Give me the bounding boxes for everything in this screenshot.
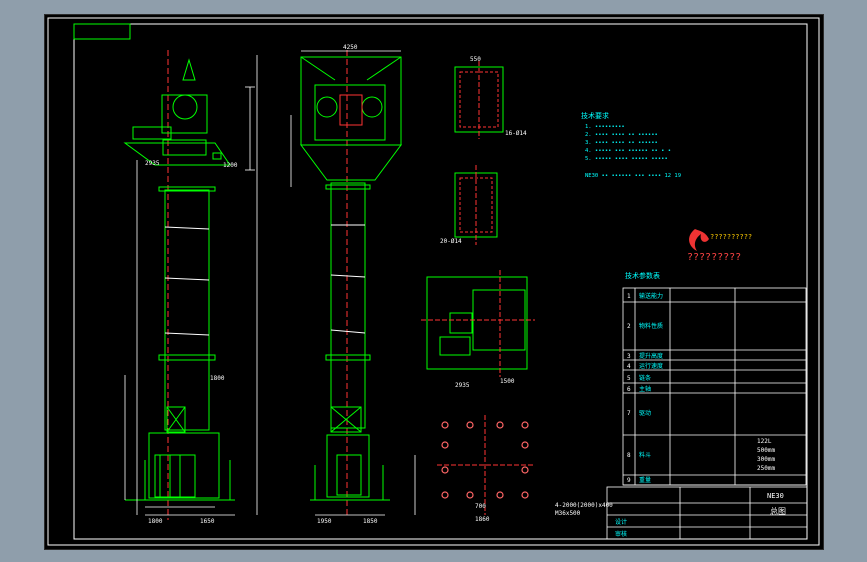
inner-frame [73,23,808,540]
svg-text:NE30 •• •••••• ••• •••• 12 19: NE30 •• •••••• ••• •••• 12 19 [585,173,681,179]
anchor-note: 4-2000(2000)x400 [555,502,613,509]
tech-lines: 1. ••••••••• 2. •••• •••• •• •••••• 3. •… [585,124,681,179]
svg-text:300mm: 300mm [757,456,775,463]
dim-boot-b: 1500 [500,378,515,385]
svg-text:250mm: 250mm [757,465,775,472]
front-dimensions [124,55,258,516]
svg-text:2: 2 [627,323,631,330]
svg-text:料斗: 料斗 [639,451,651,459]
tech-title: 技术要求 [581,111,609,120]
front-elevation [123,50,235,520]
svg-text:5. ••••• •••• ••••• •••••: 5. ••••• •••• ••••• ••••• [585,156,668,162]
dim-front-b: 1200 [223,162,238,169]
svg-text:6: 6 [627,386,631,393]
svg-text:7: 7 [627,410,631,417]
svg-text:输送能力: 输送能力 [639,292,663,300]
svg-text:5: 5 [627,375,631,382]
corner-tag [73,23,131,40]
dim-bottom-a: 1800 [148,518,163,525]
svg-text:3: 3 [627,353,631,360]
svg-text:链条: 链条 [639,374,651,382]
foundation-plan [437,415,535,515]
svg-text:1: 1 [627,293,631,300]
svg-text:9: 9 [627,477,631,484]
svg-text:3. •••• •••• •• ••••••: 3. •••• •••• •• •••••• [585,140,658,146]
title-label-b: 审核 [615,530,627,538]
side-elevation [300,50,402,515]
logo [689,229,709,251]
logo-sub: ????????? [687,252,741,263]
svg-text:1. •••••••••: 1. ••••••••• [585,124,625,130]
svg-text:2. •••• •••• •• ••••••: 2. •••• •••• •• •••••• [585,132,658,138]
dim-front-a: 2935 [145,160,160,167]
svg-text:物料性质: 物料性质 [639,322,663,330]
table-rows: 1 输送能力 2 物料性质 3 提升高度 4 运行速度 5 链条 6 主轴 7 驱动 8 料斗 … [627,292,775,484]
svg-text:8: 8 [627,452,631,459]
sec1-bolts: 16-Ø14 [505,130,527,137]
dim-total: 1860 [475,516,490,523]
title-label-a: 设计 [615,518,627,526]
dim-mid: 1800 [210,375,225,382]
svg-text:4: 4 [627,363,631,370]
svg-text:驱动: 驱动 [639,410,651,417]
sec2-bolts: 20-Ø14 [440,238,462,245]
svg-text:500mm: 500mm [757,447,775,454]
dim-side-a: 1950 [317,518,332,525]
svg-text:提升高度: 提升高度 [639,352,663,360]
logo-text: ?????????? [710,233,752,241]
dim-bottom-b: 1650 [200,518,215,525]
section-detail-1 [454,61,504,139]
outer-frame [47,17,820,546]
dim-side-b: 1850 [363,518,378,525]
svg-text:主轴: 主轴 [639,385,651,393]
svg-text:4. ••••• ••• •••••• •• • •: 4. ••••• ••• •••••• •• • • [585,148,671,154]
section-detail-2 [454,165,498,245]
sec1-width: 550 [470,56,481,63]
svg-text:运行速度: 运行速度 [639,362,663,370]
dim-boot-a: 2935 [455,382,470,389]
cad-canvas[interactable]: 2935 1200 1800 1800 1650 4250 1950 1850 … [45,15,823,549]
svg-text:122L: 122L [757,438,772,445]
dim-pitch: 700 [475,503,486,510]
drive-plan [421,270,535,377]
cad-viewer: 2935 1200 1800 1800 1650 4250 1950 1850 … [0,0,867,562]
drawing-sheet: 2935 1200 1800 1800 1650 4250 1950 1850 … [44,14,824,550]
side-dimensions [290,50,416,516]
dim-top-width: 4250 [343,44,358,51]
svg-text:重量: 重量 [639,476,651,484]
title-name: 总图 [770,506,786,516]
anchor-note-2: M36x500 [555,510,581,517]
table-title: 技术参数表 [625,271,660,280]
title-code: NE30 [767,492,784,500]
